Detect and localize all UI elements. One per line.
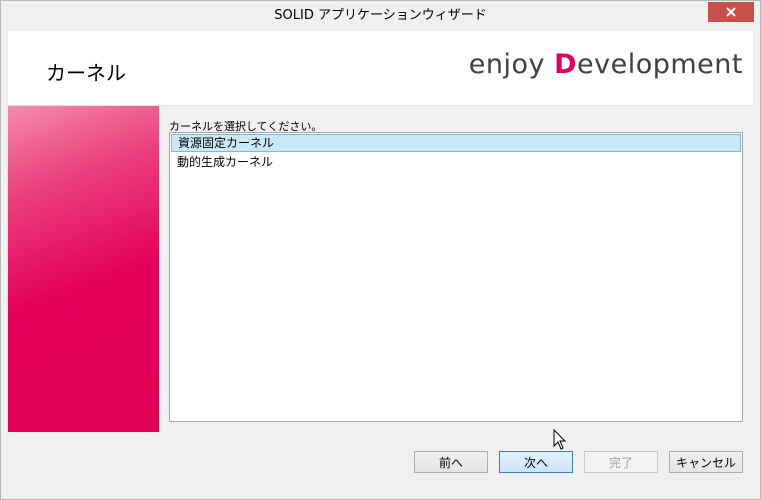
close-icon: [726, 7, 736, 17]
mouse-cursor-icon: [553, 429, 567, 450]
close-button[interactable]: [708, 2, 754, 22]
wizard-window: SOLID アプリケーションウィザード カーネル enjoy Developme…: [0, 0, 761, 500]
kernel-listbox[interactable]: 資源固定カーネル 動的生成カーネル: [169, 132, 743, 422]
window-title: SOLID アプリケーションウィザード: [274, 8, 487, 23]
wizard-footer: 前へ 次へ 完了 キャンセル: [8, 432, 753, 492]
finish-button[interactable]: 完了: [584, 451, 658, 473]
next-button[interactable]: 次へ: [499, 451, 573, 473]
wizard-header: カーネル enjoy Development: [8, 31, 753, 106]
back-button[interactable]: 前へ: [414, 451, 488, 473]
cancel-button[interactable]: キャンセル: [669, 451, 743, 473]
list-item[interactable]: 動的生成カーネル: [171, 153, 741, 171]
brand-logo: enjoy Development: [469, 49, 743, 80]
title-bar: SOLID アプリケーションウィザード: [1, 1, 760, 31]
list-item[interactable]: 資源固定カーネル: [171, 134, 741, 152]
brand-accent-letter: D: [554, 49, 578, 80]
page-title: カーネル: [46, 61, 126, 85]
wizard-content: カーネルを選択してください。 資源固定カーネル 動的生成カーネル: [159, 106, 753, 432]
side-banner: [8, 106, 159, 432]
brand-prefix: enjoy: [468, 49, 555, 80]
brand-suffix: evelopment: [577, 49, 743, 80]
wizard-client: カーネル enjoy Development カーネルを選択してください。 資源…: [8, 31, 753, 492]
